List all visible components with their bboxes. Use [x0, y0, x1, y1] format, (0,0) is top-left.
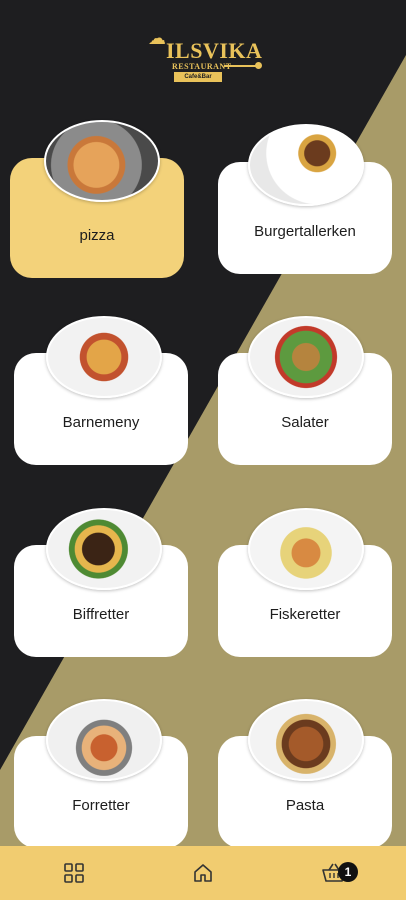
nav-home-button[interactable] — [173, 846, 233, 900]
burger-image[interactable] — [248, 124, 364, 206]
category-label: Biffretter — [72, 606, 130, 623]
nav-cart-button[interactable]: 1 — [304, 846, 364, 900]
nav-grid-button[interactable] — [44, 846, 104, 900]
fish-image[interactable] — [248, 508, 364, 590]
category-label: Salater — [281, 414, 329, 431]
category-label: Barnemeny — [62, 414, 140, 431]
spoon-icon — [224, 62, 262, 69]
logo-name: ILSVIKA — [166, 38, 263, 63]
steak-image[interactable] — [46, 508, 162, 590]
category-label: Pasta — [285, 797, 325, 814]
category-label: pizza — [79, 227, 115, 244]
starters-image[interactable] — [46, 699, 162, 781]
salad-image[interactable] — [248, 316, 364, 398]
bottom-navigation: 1 — [0, 846, 406, 900]
logo-subtitle: RESTAURANT — [172, 62, 232, 71]
pizza-image[interactable] — [44, 120, 160, 202]
logo-tagline: Cafe&Bar — [174, 72, 222, 82]
home-icon — [194, 864, 212, 882]
category-label: Burgertallerken — [254, 223, 356, 240]
pasta-image[interactable] — [248, 699, 364, 781]
category-label: Fiskeretter — [269, 606, 341, 623]
chef-hat-icon: ☁ — [148, 28, 166, 48]
category-label: Forretter — [72, 797, 130, 814]
kids-menu-image[interactable] — [46, 316, 162, 398]
grid-icon — [64, 863, 84, 883]
cart-count-badge: 1 — [338, 862, 358, 882]
restaurant-logo: ☁ ILSVIKA RESTAURANT Cafe&Bar — [148, 28, 263, 86]
